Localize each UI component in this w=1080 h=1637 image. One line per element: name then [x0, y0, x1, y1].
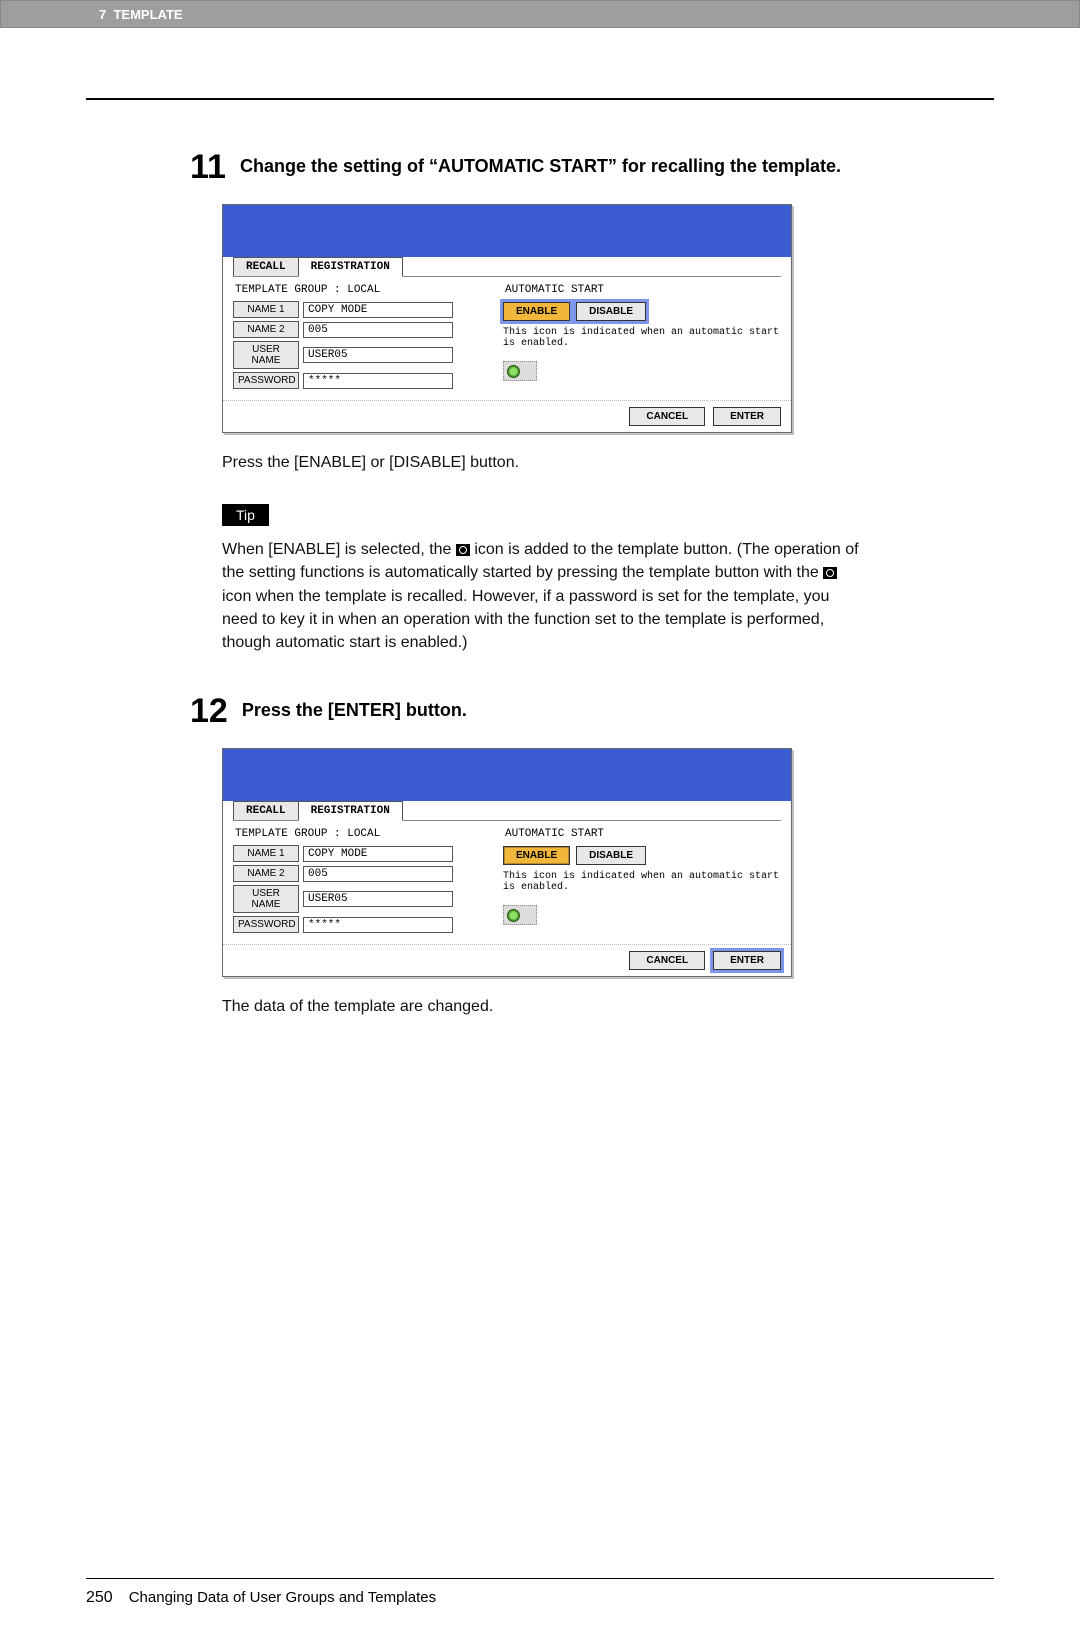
step-11-number: 11	[190, 150, 226, 184]
tab-recall[interactable]: RECALL	[233, 257, 299, 276]
password-button[interactable]: PASSWORD	[233, 372, 299, 389]
chapter-number: 7	[99, 7, 106, 22]
step-12-title: Press the [ENTER] button.	[242, 694, 467, 722]
autostart-icon-2	[503, 905, 537, 925]
name1-field[interactable]: COPY MODE	[303, 302, 453, 318]
username-button-2[interactable]: USER NAME	[233, 885, 299, 913]
tip-label: Tip	[222, 504, 269, 526]
password-field[interactable]: *****	[303, 373, 453, 389]
step-11: 11 Change the setting of “AUTOMATIC STAR…	[190, 150, 994, 184]
disable-button[interactable]: DISABLE	[576, 302, 646, 321]
tip-paragraph: When [ENABLE] is selected, the icon is a…	[222, 538, 862, 654]
password-field-2[interactable]: *****	[303, 917, 453, 933]
name1-field-2[interactable]: COPY MODE	[303, 846, 453, 862]
name2-field[interactable]: 005	[303, 322, 453, 338]
disable-button-2[interactable]: DISABLE	[576, 846, 646, 865]
panel-titlebar	[223, 205, 791, 257]
auto-start-note: This icon is indicated when an automatic…	[503, 325, 781, 351]
cancel-button-2[interactable]: CANCEL	[629, 951, 705, 970]
enable-button-2[interactable]: ENABLE	[503, 846, 570, 865]
tab-recall-2[interactable]: RECALL	[233, 801, 299, 820]
password-button-2[interactable]: PASSWORD	[233, 916, 299, 933]
name1-button[interactable]: NAME 1	[233, 301, 299, 318]
step-12-number: 12	[190, 694, 228, 728]
username-field-2[interactable]: USER05	[303, 891, 453, 907]
name1-button-2[interactable]: NAME 1	[233, 845, 299, 862]
ui-panel-step12: RECALL REGISTRATION TEMPLATE GROUP : LOC…	[222, 748, 792, 977]
step12-result: The data of the template are changed.	[222, 995, 862, 1018]
name2-button[interactable]: NAME 2	[233, 321, 299, 338]
page-footer: 250 Changing Data of User Groups and Tem…	[0, 1578, 1080, 1637]
template-group-label: TEMPLATE GROUP : LOCAL	[233, 281, 483, 298]
chapter-title: TEMPLATE	[113, 7, 182, 22]
enter-button-2[interactable]: ENTER	[713, 951, 781, 970]
tab-registration[interactable]: REGISTRATION	[298, 257, 403, 277]
name2-button-2[interactable]: NAME 2	[233, 865, 299, 882]
panel-titlebar-2	[223, 749, 791, 801]
cancel-button[interactable]: CANCEL	[629, 407, 705, 426]
step11-instruction: Press the [ENABLE] or [DISABLE] button.	[222, 451, 862, 474]
autostart-inline-icon	[456, 544, 470, 556]
autostart-icon	[503, 361, 537, 381]
auto-start-note-2: This icon is indicated when an automatic…	[503, 869, 781, 895]
auto-start-label-2: AUTOMATIC START	[503, 825, 781, 842]
ui-panel-step11: RECALL REGISTRATION TEMPLATE GROUP : LOC…	[222, 204, 792, 433]
step-12: 12 Press the [ENTER] button.	[190, 694, 994, 728]
name2-field-2[interactable]: 005	[303, 866, 453, 882]
enter-button[interactable]: ENTER	[713, 407, 781, 426]
autostart-inline-icon-2	[823, 567, 837, 579]
tab-registration-2[interactable]: REGISTRATION	[298, 801, 403, 821]
username-button[interactable]: USER NAME	[233, 341, 299, 369]
enable-button[interactable]: ENABLE	[503, 302, 570, 321]
username-field[interactable]: USER05	[303, 347, 453, 363]
auto-start-label: AUTOMATIC START	[503, 281, 781, 298]
page-number: 250	[86, 1589, 113, 1607]
step-11-title: Change the setting of “AUTOMATIC START” …	[240, 150, 841, 178]
footer-section-title: Changing Data of User Groups and Templat…	[129, 1589, 436, 1606]
page-header: 7 TEMPLATE	[0, 0, 1080, 28]
template-group-label-2: TEMPLATE GROUP : LOCAL	[233, 825, 483, 842]
